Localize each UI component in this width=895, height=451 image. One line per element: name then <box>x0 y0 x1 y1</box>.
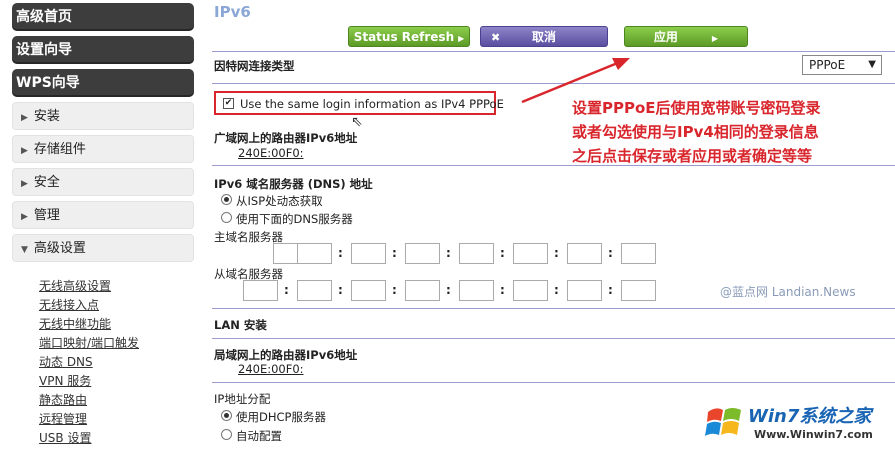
same-login-checkbox[interactable]: ✔ <box>223 98 234 109</box>
lan-section-label: LAN 安装 <box>214 318 267 332</box>
apply-button[interactable]: 应用 ▶ <box>624 26 748 47</box>
advanced-submenu: 无线高级设置 无线接入点 无线中继功能 端口映射/端口触发 动态 DNS VPN… <box>39 277 199 448</box>
play-icon: ▶ <box>458 34 465 43</box>
divider <box>212 338 895 339</box>
primary-dns-field[interactable] <box>297 243 332 264</box>
secondary-dns-field[interactable] <box>297 280 332 301</box>
connection-type-label: 因特网连接类型 <box>214 59 295 73</box>
mouse-cursor-icon: ⇖ <box>351 114 363 130</box>
secondary-dns-field[interactable] <box>351 280 386 301</box>
nav-section-setup[interactable]: ▶ 安装 <box>12 102 194 130</box>
divider <box>212 83 895 84</box>
wan-ipv6-value: 240E:00F0: <box>238 146 304 160</box>
cancel-button[interactable]: ✖ 取消 <box>480 26 608 47</box>
divider <box>212 308 895 309</box>
page-title: IPv6 <box>214 3 251 21</box>
nav-section-admin[interactable]: ▶ 管理 <box>12 201 194 229</box>
secondary-dns-field[interactable] <box>513 280 548 301</box>
divider <box>212 51 895 52</box>
dns-section-label: IPv6 域名服务器 (DNS) 地址 <box>214 177 373 191</box>
nav-setup-wizard[interactable]: 设置向导 <box>12 36 194 64</box>
chevron-down-icon: ▼ <box>21 245 28 255</box>
chevron-right-icon: ▶ <box>21 146 28 156</box>
primary-dns-field[interactable] <box>459 243 494 264</box>
ip-assign-dhcp-radio[interactable] <box>221 410 232 421</box>
primary-dns-field[interactable] <box>405 243 440 264</box>
logo-url: Www.Winwin7.com <box>754 428 873 441</box>
chevron-right-icon: ▶ <box>21 179 28 189</box>
submenu-access-point[interactable]: 无线接入点 <box>39 296 199 315</box>
primary-dns-field[interactable] <box>567 243 602 264</box>
nav-advanced-home[interactable]: 高级首页 <box>12 3 194 31</box>
ip-assign-auto-radio[interactable] <box>221 429 232 440</box>
secondary-dns-field[interactable] <box>621 280 656 301</box>
ip-assign-dhcp-label: 使用DHCP服务器 <box>236 410 326 424</box>
wan-ipv6-label: 广域网上的路由器IPv6地址 <box>214 131 358 145</box>
ip-assign-label: IP地址分配 <box>214 392 271 406</box>
dns-auto-label: 从ISP处动态获取 <box>236 194 323 208</box>
watermark: @蓝点网 Landian.News <box>720 285 856 299</box>
dns-auto-radio[interactable] <box>221 194 232 205</box>
secondary-dns-field[interactable] <box>567 280 602 301</box>
same-login-label: Use the same login information as IPv4 P… <box>240 97 504 111</box>
chevron-right-icon: ▶ <box>21 212 28 222</box>
primary-dns-field[interactable] <box>621 243 656 264</box>
primary-dns-field[interactable] <box>513 243 548 264</box>
dropdown-arrow-icon: ▼ <box>868 59 876 70</box>
logo-text: Win7系统之家 <box>748 406 872 427</box>
windows-logo-icon <box>705 408 741 436</box>
primary-dns-field[interactable] <box>351 243 386 264</box>
lan-ipv6-value: 240E:00F0: <box>238 362 304 376</box>
submenu-vpn[interactable]: VPN 服务 <box>39 372 199 391</box>
status-refresh-button[interactable]: Status Refresh ▶ <box>348 26 470 47</box>
dns-manual-label: 使用下面的DNS服务器 <box>236 212 353 226</box>
main-panel: IPv6 Status Refresh ▶ ✖ 取消 应用 ▶ 因特网连接类型 PPP… <box>212 0 895 451</box>
close-icon: ✖ <box>491 31 501 44</box>
submenu-wireless-advanced[interactable]: 无线高级设置 <box>39 277 199 296</box>
submenu-static-routes[interactable]: 静态路由 <box>39 391 199 410</box>
annotation-note: 设置PPPoE后使用宽带账号密码登录 或者勾选使用与IPv4相同的登录信息 之后… <box>572 99 821 165</box>
submenu-port-forwarding[interactable]: 端口映射/端口触发 <box>39 334 199 353</box>
nav-wps-wizard[interactable]: WPS向导 <box>12 69 194 97</box>
submenu-wireless-repeater[interactable]: 无线中继功能 <box>39 315 199 334</box>
divider <box>212 382 895 383</box>
chevron-right-icon: ▶ <box>21 113 28 123</box>
submenu-remote-management[interactable]: 远程管理 <box>39 410 199 429</box>
nav-section-storage[interactable]: ▶ 存储组件 <box>12 135 194 163</box>
dns-manual-radio[interactable] <box>221 212 232 223</box>
nav-section-advanced[interactable]: ▼ 高级设置 <box>12 234 194 262</box>
play-icon: ▶ <box>711 34 719 43</box>
secondary-dns-field[interactable] <box>459 280 494 301</box>
site-logo: Win7系统之家 Www.Winwin7.com <box>700 398 892 448</box>
secondary-dns-field[interactable] <box>243 280 278 301</box>
same-login-highlight: ✔ Use the same login information as IPv4… <box>214 91 504 115</box>
lan-ipv6-label: 局域网上的路由器IPv6地址 <box>214 348 358 362</box>
submenu-usb-settings[interactable]: USB 设置 <box>39 429 199 448</box>
connection-type-select[interactable]: PPPoE ▼ <box>802 55 882 75</box>
nav-section-security[interactable]: ▶ 安全 <box>12 168 194 196</box>
submenu-dynamic-dns[interactable]: 动态 DNS <box>39 353 199 372</box>
secondary-dns-field[interactable] <box>405 280 440 301</box>
ip-assign-auto-label: 自动配置 <box>236 429 282 443</box>
sidebar: 高级首页 设置向导 WPS向导 ▶ 安装 ▶ 存储组件 ▶ 安全 ▶ 管理 ▼ 高级设置 … <box>0 0 200 451</box>
